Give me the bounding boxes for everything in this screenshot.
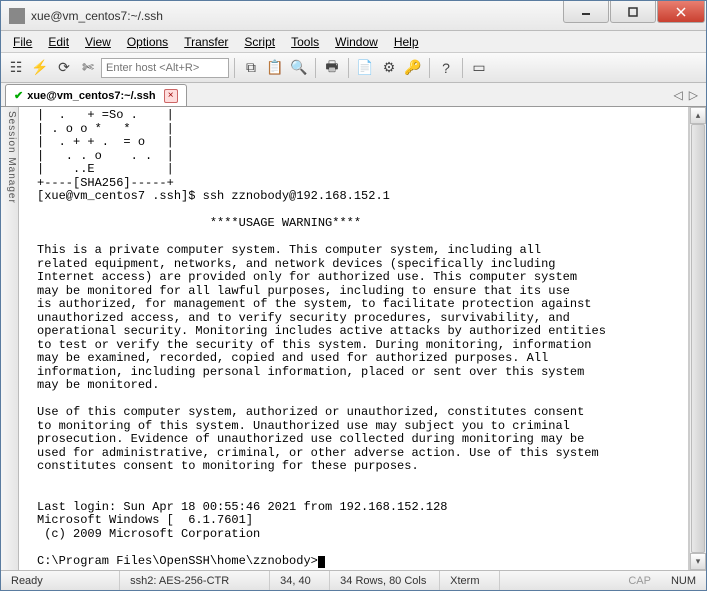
status-size: 34 Rows, 80 Cols: [330, 571, 440, 590]
profile-icon[interactable]: ☷: [5, 57, 27, 79]
menu-edit[interactable]: Edit: [40, 33, 77, 51]
status-spacer: [500, 571, 618, 590]
status-term-type: Xterm: [440, 571, 500, 590]
scroll-up-icon[interactable]: ▴: [690, 107, 706, 124]
menu-tools[interactable]: Tools: [283, 33, 327, 51]
separator: [234, 58, 235, 78]
disconnect-icon[interactable]: ✄: [77, 57, 99, 79]
scroll-down-icon[interactable]: ▾: [690, 553, 706, 570]
print-icon[interactable]: 🖶: [321, 57, 343, 79]
status-bar: Ready ssh2: AES-256-CTR 34, 40 34 Rows, …: [1, 570, 706, 590]
close-button[interactable]: [657, 1, 705, 23]
find-icon[interactable]: 🔍: [288, 57, 310, 79]
tab-next-icon[interactable]: ▷: [689, 88, 698, 102]
menu-window[interactable]: Window: [327, 33, 386, 51]
status-connection: ssh2: AES-256-CTR: [120, 571, 270, 590]
host-input[interactable]: [101, 58, 229, 78]
window-title: xue@vm_centos7:~/.ssh: [31, 9, 563, 23]
paste-icon[interactable]: 📋: [264, 57, 286, 79]
menu-help[interactable]: Help: [386, 33, 427, 51]
status-capslock: CAP: [618, 571, 661, 590]
menu-bar: File Edit View Options Transfer Script T…: [1, 31, 706, 53]
menu-transfer[interactable]: Transfer: [176, 33, 236, 51]
cursor: [318, 556, 325, 568]
key-icon[interactable]: 🔑: [402, 57, 424, 79]
title-bar: xue@vm_centos7:~/.ssh: [1, 1, 706, 31]
help-icon[interactable]: ?: [435, 57, 457, 79]
tab-title: xue@vm_centos7:~/.ssh: [27, 90, 155, 102]
menu-view[interactable]: View: [77, 33, 119, 51]
tab-bar: ✔ xue@vm_centos7:~/.ssh × ◁ ▷: [1, 83, 706, 107]
options-icon[interactable]: ⚙: [378, 57, 400, 79]
session-tab[interactable]: ✔ xue@vm_centos7:~/.ssh ×: [5, 84, 187, 106]
separator: [429, 58, 430, 78]
status-ready: Ready: [1, 571, 120, 590]
separator: [348, 58, 349, 78]
check-icon: ✔: [14, 89, 23, 102]
tab-close-button[interactable]: ×: [164, 89, 178, 103]
vertical-scrollbar[interactable]: ▴ ▾: [689, 107, 706, 570]
scroll-track[interactable]: [690, 124, 706, 553]
menu-options[interactable]: Options: [119, 33, 176, 51]
tab-prev-icon[interactable]: ◁: [674, 88, 683, 102]
status-numlock: NUM: [661, 571, 706, 590]
menu-script[interactable]: Script: [236, 33, 283, 51]
separator: [315, 58, 316, 78]
menu-file[interactable]: File: [5, 33, 40, 51]
separator: [462, 58, 463, 78]
terminal-output[interactable]: | . + =So . | | . o o * * | | . + + . = …: [19, 107, 689, 570]
app-icon: [9, 8, 25, 24]
scroll-thumb[interactable]: [691, 124, 705, 553]
session-manager-sidebar[interactable]: Session Manager: [1, 107, 19, 570]
toolbar: ☷ ⚡ ⟳ ✄ ⧉ 📋 🔍 🖶 📄 ⚙ 🔑 ? ▭: [1, 53, 706, 83]
maximize-button[interactable]: [610, 1, 656, 23]
quick-connect-icon[interactable]: ⚡: [29, 57, 51, 79]
status-cursor-pos: 34, 40: [270, 571, 330, 590]
reconnect-icon[interactable]: ⟳: [53, 57, 75, 79]
toggle-icon[interactable]: ▭: [468, 57, 490, 79]
minimize-button[interactable]: [563, 1, 609, 23]
copy-icon[interactable]: ⧉: [240, 57, 262, 79]
properties-icon[interactable]: 📄: [354, 57, 376, 79]
